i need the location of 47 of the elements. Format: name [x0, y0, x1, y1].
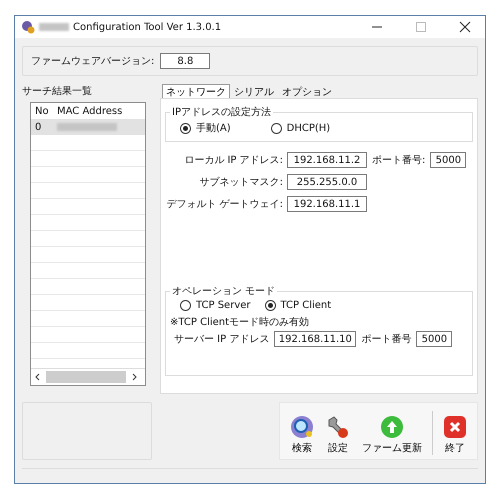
column-header: No [34, 106, 50, 116]
toolbar-button[interactable]: 設定 [324, 415, 352, 455]
app-icon [21, 20, 35, 34]
firmware-version-field[interactable]: 8.8 [160, 53, 210, 69]
toolbar-button[interactable]: 検索 [288, 415, 316, 455]
field-label: ポート番号: [372, 154, 426, 167]
column-header: MAC Address [57, 106, 122, 116]
port-field[interactable]: 5000 [430, 152, 466, 168]
radio-button[interactable] [180, 300, 191, 311]
group-title: オペレーション モード [171, 285, 276, 298]
close-icon [443, 415, 467, 439]
redacted-text [39, 23, 69, 31]
toolbar-button[interactable]: ファーム更新 [360, 415, 424, 455]
server-ip-field[interactable]: 192.168.11.10 [274, 331, 356, 347]
radio-button[interactable] [180, 122, 191, 134]
gateway-field[interactable]: 192.168.11.1 [287, 196, 367, 212]
scrollbar-thumb[interactable] [46, 371, 126, 383]
subnet-mask-field[interactable]: 255.255.0.0 [287, 174, 367, 190]
note-text: ※TCP Clientモード時のみ有効 [170, 317, 310, 328]
row-number: 0 [34, 122, 42, 132]
window-title: Configuration Tool Ver 1.3.0.1 [73, 22, 222, 32]
scroll-left-icon[interactable] [34, 373, 42, 381]
tab[interactable]: ネットワーク [162, 84, 230, 98]
group-title: IPアドレスの設定方法 [171, 106, 272, 119]
magnifier-icon [290, 415, 314, 439]
port-field[interactable]: 5000 [416, 331, 452, 347]
radio-label: TCP Client [280, 300, 332, 311]
ip-address-field[interactable]: 192.168.11.2 [287, 152, 367, 168]
field-label: サブネットマスク: [198, 176, 283, 189]
list-title: サーチ結果一覧 [22, 85, 93, 98]
wrench-icon [326, 415, 350, 439]
radio-label: 手動(A) [196, 122, 231, 135]
field-label: サーバー IP アドレス [174, 333, 270, 346]
radio-label: DHCP(H) [286, 122, 330, 134]
field-label: デフォルト ゲートウェイ: [165, 198, 283, 211]
toolbar-button[interactable]: 終了 [441, 415, 469, 455]
radio-label: TCP Server [196, 300, 251, 311]
scroll-right-icon[interactable] [130, 373, 138, 381]
list-row[interactable]: 0 [31, 119, 145, 135]
field-label: ポート番号 [361, 332, 412, 346]
close-icon[interactable] [459, 21, 471, 33]
radio-button[interactable] [270, 122, 282, 134]
up-arrow-circle-icon [380, 415, 404, 439]
field-label: ローカル IP アドレス: [183, 154, 283, 167]
firmware-label: ファームウェアバージョン: [31, 55, 154, 68]
radio-button[interactable] [264, 300, 276, 311]
redacted-text [57, 123, 117, 131]
